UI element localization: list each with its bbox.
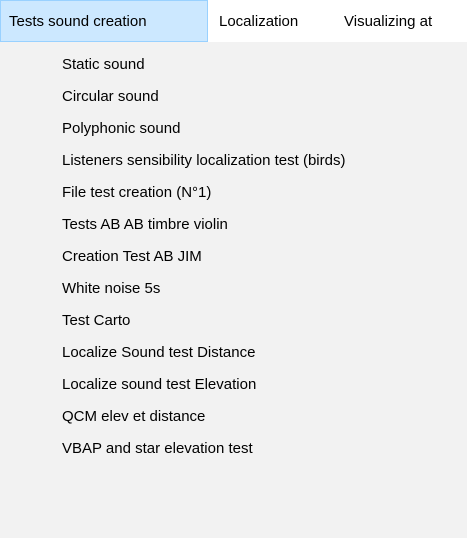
menu-localization[interactable]: Localization [208, 0, 338, 42]
menu-item-white-noise[interactable]: White noise 5s [0, 273, 467, 305]
menu-tests-sound-creation[interactable]: Tests sound creation [0, 0, 208, 42]
menu-item-file-test-creation[interactable]: File test creation (N°1) [0, 177, 467, 209]
menu-bar: Tests sound creation Localization Visual… [0, 0, 467, 42]
menu-item-static-sound[interactable]: Static sound [0, 49, 467, 81]
tests-sound-creation-dropdown: Static sound Circular sound Polyphonic s… [0, 42, 467, 538]
menu-item-tests-ab-timbre-violin[interactable]: Tests AB AB timbre violin [0, 209, 467, 241]
menu-visualizing[interactable]: Visualizing at [338, 0, 440, 42]
menu-item-polyphonic-sound[interactable]: Polyphonic sound [0, 113, 467, 145]
menu-item-creation-test-ab-jim[interactable]: Creation Test AB JIM [0, 241, 467, 273]
menu-item-circular-sound[interactable]: Circular sound [0, 81, 467, 113]
menu-item-localize-sound-distance[interactable]: Localize Sound test Distance [0, 337, 467, 369]
menu-item-vbap-star-elevation[interactable]: VBAP and star elevation test [0, 433, 467, 465]
menu-item-listeners-sensibility-test[interactable]: Listeners sensibility localization test … [0, 145, 467, 177]
menu-item-localize-sound-elevation[interactable]: Localize sound test Elevation [0, 369, 467, 401]
menu-item-test-carto[interactable]: Test Carto [0, 305, 467, 337]
menu-item-qcm-elev-distance[interactable]: QCM elev et distance [0, 401, 467, 433]
